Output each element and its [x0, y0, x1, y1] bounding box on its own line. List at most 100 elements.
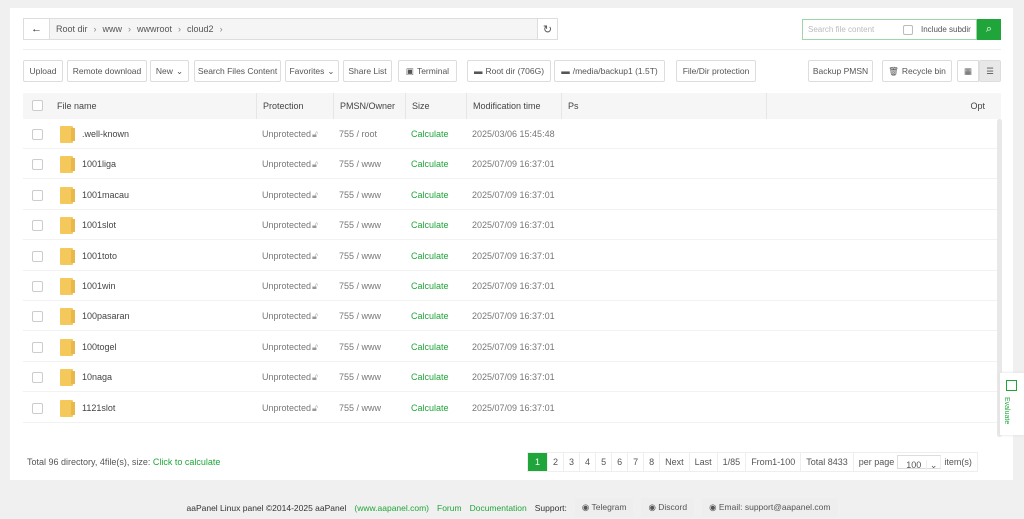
file-name[interactable]: .well-known	[82, 129, 129, 139]
telegram-button[interactable]: ◉ Telegram	[575, 498, 634, 517]
crumb-cloud2[interactable]: cloud2	[187, 24, 214, 34]
row-checkbox[interactable]	[32, 190, 43, 201]
calculate-size-link[interactable]: Calculate	[411, 251, 449, 261]
row-checkbox[interactable]	[32, 311, 43, 322]
search-content-input[interactable]: Search file content Include subdir	[802, 19, 977, 40]
file-name[interactable]: 10naga	[82, 372, 112, 382]
row-checkbox[interactable]	[32, 372, 43, 383]
backup-pmsn-button[interactable]: Backup PMSN	[808, 60, 873, 82]
unlock-icon[interactable]: 🔓︎	[312, 129, 318, 140]
unlock-icon[interactable]: 🔓︎	[312, 190, 318, 201]
forum-link[interactable]: Forum	[437, 503, 462, 513]
root-dir-disk-button[interactable]: ▬Root dir (706G)	[467, 60, 551, 82]
pmsn-owner[interactable]: 755 / www	[339, 190, 381, 200]
page-4[interactable]: 4	[580, 453, 596, 471]
unlock-icon[interactable]: 🔓︎	[312, 281, 318, 292]
next-page[interactable]: Next	[660, 453, 690, 471]
row-checkbox[interactable]	[32, 220, 43, 231]
crumb-root[interactable]: Root dir	[56, 24, 88, 34]
table-row[interactable]: .well-known Unprotected 🔓︎ 755 / root Ca…	[23, 119, 997, 149]
grid-view-button[interactable]: ▦	[957, 60, 979, 82]
table-row[interactable]: 10naga Unprotected 🔓︎ 755 / www Calculat…	[23, 362, 997, 392]
table-row[interactable]: 1001slot Unprotected 🔓︎ 755 / www Calcul…	[23, 210, 997, 240]
unlock-icon[interactable]: 🔓︎	[312, 403, 318, 414]
col-size[interactable]: Size	[405, 93, 430, 119]
file-name[interactable]: 1001win	[82, 281, 116, 291]
refresh-button[interactable]: ↻	[537, 19, 557, 39]
table-row[interactable]: 1001macau Unprotected 🔓︎ 755 / www Calcu…	[23, 180, 997, 210]
pmsn-owner[interactable]: 755 / www	[339, 342, 381, 352]
per-page-select[interactable]: 100 ⌄	[897, 455, 941, 469]
email-button[interactable]: ◉ Email: support@aapanel.com	[702, 498, 837, 517]
col-file-name[interactable]: File name	[57, 93, 97, 119]
remote-download-button[interactable]: Remote download	[67, 60, 147, 82]
crumb-www[interactable]: www	[103, 24, 123, 34]
file-name[interactable]: 100pasaran	[82, 311, 130, 321]
row-checkbox[interactable]	[32, 159, 43, 170]
discord-button[interactable]: ◉ Discord	[641, 498, 694, 517]
row-checkbox[interactable]	[32, 342, 43, 353]
table-row[interactable]: 100pasaran Unprotected 🔓︎ 755 / www Calc…	[23, 301, 997, 331]
search-files-content-button[interactable]: Search Files Content	[194, 60, 281, 82]
file-name[interactable]: 1001liga	[82, 159, 116, 169]
site-link[interactable]: (www.aapanel.com)	[354, 503, 429, 513]
calculate-size-link[interactable]: Calculate	[411, 372, 449, 382]
list-view-button[interactable]: ☰	[979, 60, 1001, 82]
pmsn-owner[interactable]: 755 / www	[339, 372, 381, 382]
unlock-icon[interactable]: 🔓︎	[312, 159, 318, 170]
page-5[interactable]: 5	[596, 453, 612, 471]
page-1[interactable]: 1	[528, 453, 548, 471]
pmsn-owner[interactable]: 755 / root	[339, 129, 377, 139]
unlock-icon[interactable]: 🔓︎	[312, 251, 318, 262]
unlock-icon[interactable]: 🔓︎	[312, 342, 318, 353]
pmsn-owner[interactable]: 755 / www	[339, 220, 381, 230]
calculate-size-link[interactable]: Calculate	[411, 190, 449, 200]
file-name[interactable]: 1001toto	[82, 251, 117, 261]
backup-disk-button[interactable]: ▬/media/backup1 (1.5T)	[554, 60, 665, 82]
back-button[interactable]: ←	[24, 19, 50, 39]
calculate-size-link[interactable]: Calculate	[411, 311, 449, 321]
row-checkbox[interactable]	[32, 251, 43, 262]
unlock-icon[interactable]: 🔓︎	[312, 220, 318, 231]
favorites-button[interactable]: Favorites⌄	[285, 60, 339, 82]
file-name[interactable]: 100togel	[82, 342, 117, 352]
page-8[interactable]: 8	[644, 453, 660, 471]
unlock-icon[interactable]: 🔓︎	[312, 311, 318, 322]
pmsn-owner[interactable]: 755 / www	[339, 281, 381, 291]
row-checkbox[interactable]	[32, 403, 43, 414]
include-subdir-checkbox[interactable]	[903, 25, 913, 35]
pmsn-owner[interactable]: 755 / www	[339, 159, 381, 169]
calculate-size-link[interactable]: Calculate	[411, 281, 449, 291]
pmsn-owner[interactable]: 755 / www	[339, 403, 381, 413]
share-list-button[interactable]: Share List	[343, 60, 392, 82]
table-row[interactable]: 1001toto Unprotected 🔓︎ 755 / www Calcul…	[23, 241, 997, 271]
unlock-icon[interactable]: 🔓︎	[312, 372, 318, 383]
file-name[interactable]: 1121slot	[82, 403, 115, 413]
recycle-bin-button[interactable]: 🗑Recycle bin	[882, 60, 952, 82]
new-button[interactable]: New⌄	[150, 60, 189, 82]
docs-link[interactable]: Documentation	[470, 503, 527, 513]
terminal-button[interactable]: ▣Terminal	[398, 60, 457, 82]
evaluate-button[interactable]: Evaluate	[1000, 373, 1024, 435]
calculate-size-link[interactable]: Calculate	[411, 342, 449, 352]
file-name[interactable]: 1001slot	[82, 220, 116, 230]
calculate-size-link[interactable]: Click to calculate	[153, 457, 221, 467]
upload-button[interactable]: Upload	[23, 60, 63, 82]
col-time[interactable]: Modification time	[466, 93, 541, 119]
crumb-wwwroot[interactable]: wwwroot	[137, 24, 172, 34]
file-name[interactable]: 1001macau	[82, 190, 129, 200]
row-checkbox[interactable]	[32, 281, 43, 292]
table-row[interactable]: 1001liga Unprotected 🔓︎ 755 / www Calcul…	[23, 149, 997, 179]
pmsn-owner[interactable]: 755 / www	[339, 251, 381, 261]
last-page[interactable]: Last	[690, 453, 718, 471]
calculate-size-link[interactable]: Calculate	[411, 220, 449, 230]
page-2[interactable]: 2	[548, 453, 564, 471]
calculate-size-link[interactable]: Calculate	[411, 403, 449, 413]
table-row[interactable]: 100togel Unprotected 🔓︎ 755 / www Calcul…	[23, 332, 997, 362]
pmsn-owner[interactable]: 755 / www	[339, 311, 381, 321]
page-6[interactable]: 6	[612, 453, 628, 471]
calculate-size-link[interactable]: Calculate	[411, 129, 449, 139]
page-7[interactable]: 7	[628, 453, 644, 471]
table-row[interactable]: 1001win Unprotected 🔓︎ 755 / www Calcula…	[23, 271, 997, 301]
search-button[interactable]: ⌕	[977, 19, 1001, 40]
